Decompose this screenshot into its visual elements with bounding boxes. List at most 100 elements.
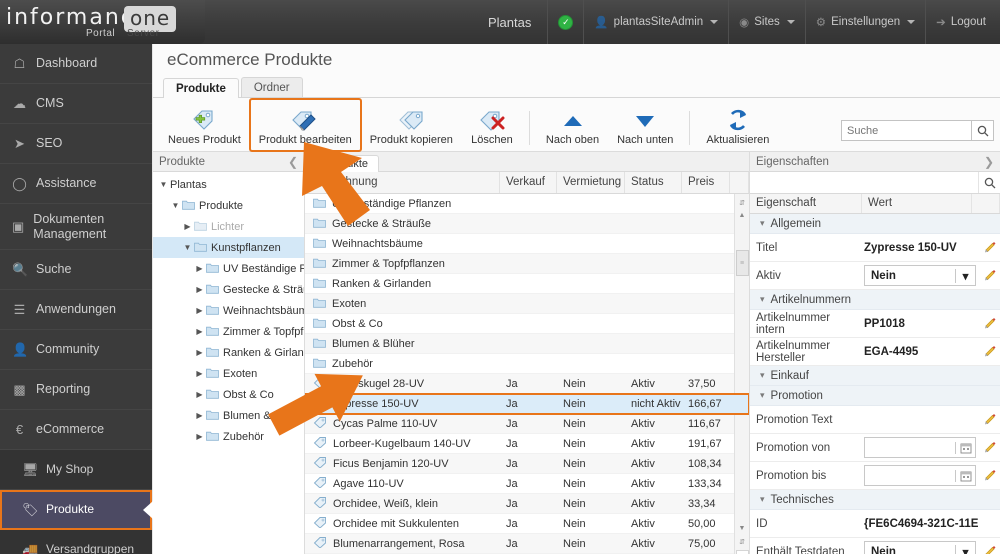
- sidebar-item-my-shop[interactable]: 🖥 My Shop: [0, 450, 152, 490]
- chevron-down-icon[interactable]: ▼: [157, 180, 170, 189]
- property-group-header[interactable]: ▾ Artikelnummern: [750, 290, 1000, 310]
- chevron-down-icon[interactable]: ▾: [955, 268, 975, 283]
- tree-node-gestecke-straeusse[interactable]: ▶ Gestecke & Sträuße: [153, 279, 304, 300]
- table-row[interactable]: Buchskugel 28-UV Ja Nein Aktiv 37,50: [305, 374, 749, 394]
- table-row[interactable]: Lorbeer-Kugelbaum 140-UV Ja Nein Aktiv 191,6…: [305, 434, 749, 454]
- edit-pencil-icon[interactable]: [978, 268, 1000, 284]
- column-header-preis[interactable]: Preis: [682, 172, 730, 193]
- chevron-right-icon[interactable]: ▶: [193, 390, 206, 399]
- sidebar-item-versandgruppen[interactable]: 🚚 Versandgruppen: [0, 530, 152, 554]
- table-row[interactable]: Zimmer & Topfpflanzen: [305, 254, 749, 274]
- sidebar-item-reporting[interactable]: ▩ Reporting: [0, 370, 152, 410]
- property-value[interactable]: Zypresse 150-UV: [860, 242, 978, 254]
- chevron-down-icon[interactable]: ▾: [760, 390, 765, 401]
- property-value[interactable]: EGA-4495: [860, 346, 978, 358]
- sidebar-item-anwendungen[interactable]: ☰ Anwendungen: [0, 290, 152, 330]
- scroll-down-button[interactable]: ▼: [736, 522, 749, 535]
- chevron-down-icon[interactable]: ▼: [181, 243, 194, 252]
- property-row[interactable]: Promotion bis: [750, 462, 1000, 490]
- sidebar-item-community[interactable]: 👤 Community: [0, 330, 152, 370]
- chevron-right-icon[interactable]: ▶: [193, 264, 206, 273]
- column-header-vermietung[interactable]: Vermietung: [557, 172, 625, 193]
- property-group-header[interactable]: ▾ Technisches: [750, 490, 1000, 510]
- chevron-down-icon[interactable]: ▾: [760, 218, 765, 229]
- new-product-button[interactable]: Neues Produkt: [159, 104, 250, 151]
- settings-menu[interactable]: ⚙ Einstellungen: [804, 0, 925, 44]
- sidebar-item-suche[interactable]: 🔍 Suche: [0, 250, 152, 290]
- chevron-right-icon[interactable]: ▶: [193, 369, 206, 378]
- sidebar-item-dokumenten-management[interactable]: ▣ Dokumenten Management: [0, 204, 152, 250]
- property-group-header[interactable]: ▾ Allgemein: [750, 214, 1000, 234]
- tab-ordner[interactable]: Ordner: [240, 77, 303, 97]
- table-row[interactable]: UV Beständige Pflanzen: [305, 194, 749, 214]
- table-row[interactable]: Blumen & Blüher: [305, 334, 749, 354]
- move-up-button[interactable]: Nach oben: [537, 104, 608, 151]
- chevron-down-icon[interactable]: ▾: [955, 544, 975, 554]
- property-row[interactable]: Aktiv Nein ▾: [750, 262, 1000, 290]
- table-row[interactable]: Cycas Palme 110-UV Ja Nein Aktiv 116,67: [305, 414, 749, 434]
- property-value[interactable]: [860, 437, 978, 458]
- property-value[interactable]: Nein ▾: [860, 541, 978, 554]
- sidebar-item-produkte[interactable]: 🏷 Produkte: [0, 490, 153, 530]
- column-header-eigenschaft[interactable]: Eigenschaft: [750, 194, 862, 213]
- tree-node-exoten[interactable]: ▶ Exoten: [153, 363, 304, 384]
- logout-button[interactable]: ➔ Logout: [925, 0, 1000, 44]
- sidebar-item-dashboard[interactable]: ☖ Dashboard: [0, 44, 152, 84]
- edit-product-button[interactable]: Produkt bearbeiten: [248, 98, 362, 152]
- sidebar-item-ecommerce[interactable]: € eCommerce: [0, 410, 152, 450]
- scroll-to-bottom-button[interactable]: ⇵: [736, 535, 749, 548]
- chevron-down-icon[interactable]: ▾: [760, 370, 765, 381]
- edit-pencil-icon[interactable]: [978, 240, 1000, 256]
- table-row[interactable]: Blumenarrangement, Rosa Ja Nein Aktiv 75,00: [305, 534, 749, 554]
- status-indicator[interactable]: ✓: [547, 0, 583, 44]
- refresh-button[interactable]: Aktualisieren: [697, 104, 778, 151]
- table-row[interactable]: Obst & Co: [305, 314, 749, 334]
- edit-pencil-icon[interactable]: [978, 316, 1000, 332]
- tree-node-lichter[interactable]: ▶ Lichter: [153, 216, 304, 237]
- user-menu[interactable]: 👤 plantasSiteAdmin: [583, 0, 728, 44]
- property-value[interactable]: {FE6C4694-321C-11E6-85: [860, 518, 978, 530]
- grid-vertical-scrollbar[interactable]: ⇵ ▲ ≡ ▼ ⇵: [734, 194, 749, 554]
- chevron-down-icon[interactable]: ▾: [760, 494, 765, 505]
- column-header-wert[interactable]: Wert: [862, 194, 972, 213]
- edit-pencil-icon[interactable]: [978, 344, 1000, 360]
- table-row[interactable]: Gestecke & Sträuße: [305, 214, 749, 234]
- chevron-right-icon[interactable]: ▶: [193, 348, 206, 357]
- chevron-right-icon[interactable]: ▶: [193, 432, 206, 441]
- sidebar-item-cms[interactable]: ☁ CMS: [0, 84, 152, 124]
- edit-pencil-icon[interactable]: [978, 544, 1000, 554]
- search-input[interactable]: [841, 120, 971, 141]
- sidebar-item-assistance[interactable]: ◯ Assistance: [0, 164, 152, 204]
- delete-product-button[interactable]: Löschen: [462, 104, 522, 151]
- scrollbar-thumb[interactable]: ≡: [735, 250, 749, 276]
- chevron-right-icon[interactable]: ▶: [181, 222, 194, 231]
- property-value[interactable]: [860, 465, 978, 486]
- table-row[interactable]: Zypresse 150-UV Ja Nein nicht Aktiv 166,67: [305, 393, 749, 415]
- column-header-status[interactable]: Status: [625, 172, 682, 193]
- chevron-down-icon[interactable]: ▾: [760, 294, 765, 305]
- properties-search-input[interactable]: [750, 172, 978, 193]
- chevron-right-icon[interactable]: ❯: [984, 155, 994, 169]
- calendar-icon[interactable]: [955, 441, 975, 454]
- table-row[interactable]: Weihnachtsbäume: [305, 234, 749, 254]
- grid-tab-produkte[interactable]: Produkte: [313, 155, 380, 172]
- sites-menu[interactable]: ◉ Sites: [728, 0, 805, 44]
- tab-produkte[interactable]: Produkte: [163, 78, 239, 98]
- column-header-bezeichnung[interactable]: Bezeichnung: [305, 172, 500, 193]
- scrollbar-track[interactable]: ≡: [735, 222, 749, 522]
- scroll-up-button[interactable]: ▲: [736, 209, 749, 222]
- property-group-header[interactable]: ▾ Promotion: [750, 386, 1000, 406]
- tree-node-obst-co[interactable]: ▶ Obst & Co: [153, 384, 304, 405]
- copy-product-button[interactable]: Produkt kopieren: [361, 104, 462, 151]
- property-row[interactable]: Promotion Text: [750, 406, 1000, 434]
- table-row[interactable]: Agave 110-UV Ja Nein Aktiv 133,34: [305, 474, 749, 494]
- tree-node-plantas[interactable]: ▼ Plantas: [153, 174, 304, 195]
- chevron-right-icon[interactable]: ▶: [193, 285, 206, 294]
- table-row[interactable]: Zubehör: [305, 354, 749, 374]
- chevron-right-icon[interactable]: ▶: [193, 411, 206, 420]
- move-down-button[interactable]: Nach unten: [608, 104, 682, 151]
- scroll-to-top-button[interactable]: ⇵: [736, 196, 749, 209]
- properties-search-button[interactable]: [978, 172, 1000, 193]
- table-row[interactable]: Orchidee, Weiß, klein Ja Nein Aktiv 33,34: [305, 494, 749, 514]
- scroll-extra-button[interactable]: [735, 550, 749, 554]
